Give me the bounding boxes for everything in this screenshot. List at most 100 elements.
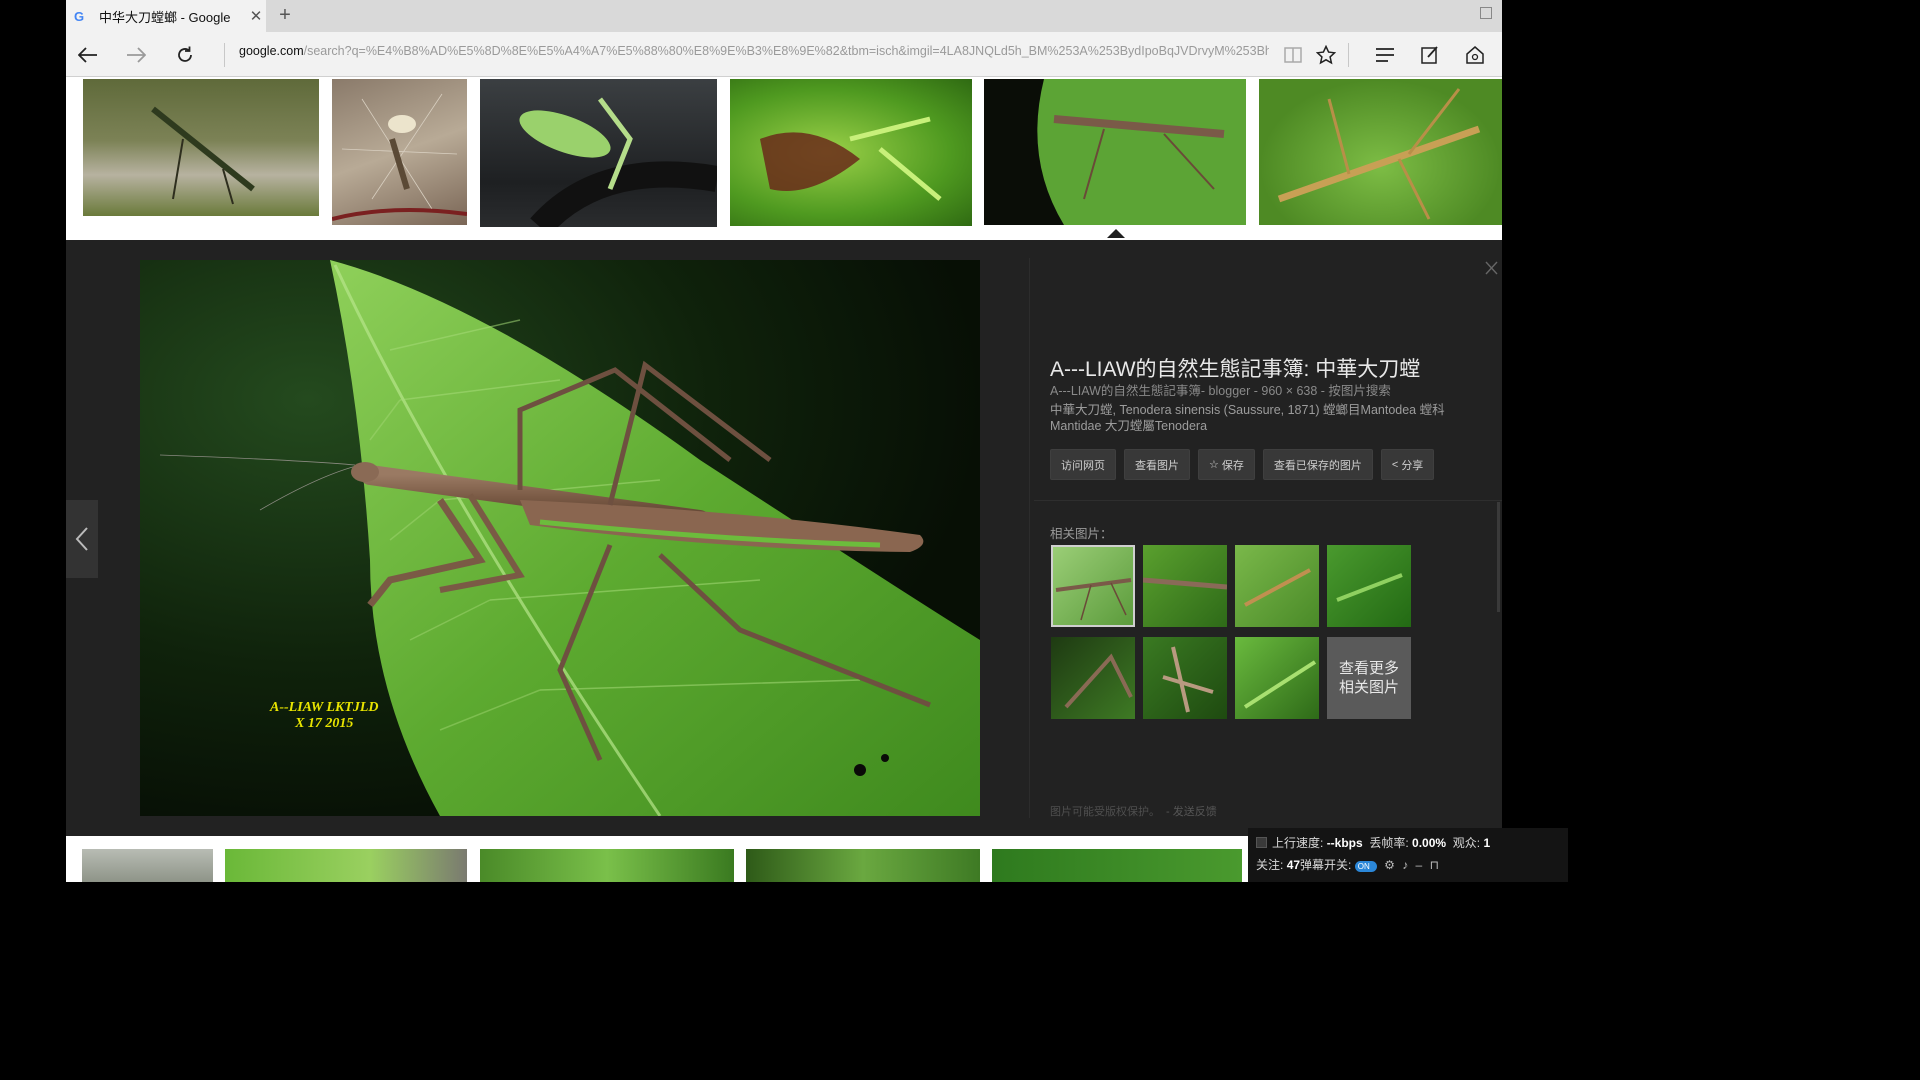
- image-result-thumbnail[interactable]: [332, 79, 467, 225]
- settings-icon[interactable]: ⚙: [1384, 858, 1395, 872]
- tab-strip: G 中华大刀螳螂 - Google ✕ +: [66, 0, 1502, 32]
- lock-icon[interactable]: ⊓: [1430, 858, 1439, 872]
- speaker-icon[interactable]: ♪: [1402, 858, 1408, 872]
- image-results-row-top: [66, 77, 1502, 240]
- mantis-spider-image: [332, 93, 467, 221]
- copyright-notice: 图片可能受版权保护。 - 发送反馈: [1050, 803, 1217, 819]
- hub-icon: [1376, 48, 1394, 62]
- watermark-line-2: X 17 2015: [295, 716, 354, 731]
- browser-tab[interactable]: G 中华大刀螳螂 - Google ✕: [66, 0, 266, 32]
- browser-window: G 中华大刀螳螂 - Google ✕ + google.com/search?…: [66, 0, 1502, 882]
- image-result-thumbnail[interactable]: [82, 849, 213, 882]
- related-image-thumbnail[interactable]: [1327, 545, 1411, 627]
- google-favicon-icon: G: [74, 8, 85, 24]
- viewers-label: 观众:: [1452, 836, 1481, 850]
- view-image-label: 查看图片: [1135, 459, 1179, 472]
- back-button[interactable]: [74, 41, 102, 69]
- followers-value: 47: [1286, 858, 1301, 872]
- reading-view-icon: [1284, 47, 1302, 63]
- related-image-thumbnail[interactable]: [1143, 637, 1227, 719]
- send-feedback-link[interactable]: - 发送反馈: [1166, 806, 1217, 818]
- hub-button[interactable]: [1371, 41, 1399, 69]
- related-image-thumbnail[interactable]: [1235, 637, 1319, 719]
- tan-mantis-image: [1277, 88, 1481, 220]
- viewers-value: 1: [1483, 836, 1491, 850]
- related-mantis-image: [1064, 653, 1133, 709]
- previous-image-button[interactable]: [66, 500, 98, 578]
- visit-page-button[interactable]: 访问网页: [1050, 449, 1116, 480]
- danmaku-toggle[interactable]: ON: [1354, 861, 1377, 872]
- refresh-button[interactable]: [171, 41, 199, 69]
- back-arrow-icon: [78, 47, 97, 63]
- star-icon: ☆: [1209, 459, 1219, 471]
- image-result-thumbnail[interactable]: [480, 79, 717, 227]
- overlay-checkbox[interactable]: [1256, 837, 1267, 848]
- favorite-button[interactable]: [1312, 41, 1340, 69]
- related-mantis-image: [1336, 573, 1403, 602]
- panel-scrollbar[interactable]: [1497, 502, 1500, 612]
- watermark-line-1: A--LIAW LKTJLD: [270, 700, 379, 715]
- more-related-label: 查看更多相关图片: [1339, 660, 1400, 696]
- frame-loss-value: 0.00%: [1412, 836, 1447, 850]
- image-result-thumbnail[interactable]: [992, 849, 1242, 882]
- close-panel-button[interactable]: [1484, 260, 1502, 282]
- related-image-thumbnail[interactable]: [1051, 545, 1135, 627]
- related-mantis-image: [1243, 660, 1317, 709]
- image-result-thumbnail[interactable]: [1259, 79, 1502, 225]
- stream-controls-row: 关注: 47弹幕开关: ON ⚙ ♪ – ⊓: [1256, 856, 1439, 873]
- forward-arrow-icon: [127, 47, 146, 63]
- save-button[interactable]: ☆ 保存: [1198, 449, 1255, 480]
- save-label: 保存: [1221, 459, 1244, 472]
- window-restore-button[interactable]: [1480, 7, 1492, 19]
- address-domain: google.com: [239, 44, 304, 58]
- address-bar[interactable]: google.com/search?q=%E4%B8%AD%E5%8D%8E%E…: [239, 44, 1269, 64]
- related-image-thumbnail[interactable]: [1051, 637, 1135, 719]
- reading-view-button[interactable]: [1279, 41, 1307, 69]
- share-icon: <: [1391, 458, 1399, 471]
- image-result-thumbnail[interactable]: [984, 79, 1246, 225]
- minimize-icon[interactable]: –: [1416, 858, 1423, 872]
- chevron-left-icon: [75, 527, 88, 551]
- image-result-thumbnail[interactable]: [746, 849, 980, 882]
- share-image-button[interactable]: < 分享: [1380, 449, 1435, 480]
- frame-loss-label: 丢帧率:: [1369, 836, 1409, 850]
- related-mantis-image: [1055, 578, 1132, 621]
- selected-result-indicator: [1107, 229, 1125, 238]
- copyright-text: 图片可能受版权保护。: [1050, 806, 1160, 818]
- image-title[interactable]: A---LIAW的自然生態記事簿: 中華大刀螳: [1050, 353, 1420, 383]
- view-saved-label: 查看已保存的图片: [1273, 459, 1362, 472]
- danmaku-label: 弹幕开关:: [1300, 858, 1352, 872]
- image-description: 中華大刀螳, Tenodera sinensis (Saussure, 1871…: [1050, 403, 1445, 433]
- upload-speed-value: --kbps: [1326, 836, 1363, 850]
- visit-page-label: 访问网页: [1061, 459, 1105, 472]
- new-tab-button[interactable]: +: [274, 4, 296, 28]
- forward-button[interactable]: [122, 41, 150, 69]
- view-image-button[interactable]: 查看图片: [1124, 449, 1190, 480]
- share-button[interactable]: [1461, 41, 1489, 69]
- image-result-thumbnail[interactable]: [730, 79, 972, 226]
- action-buttons: 访问网页 查看图片 ☆ 保存 查看已保存的图片 < 分享: [1050, 449, 1435, 480]
- section-separator: [1034, 500, 1502, 501]
- image-result-thumbnail[interactable]: [225, 849, 467, 882]
- followers-label: 关注:: [1256, 858, 1284, 872]
- view-saved-images-button[interactable]: 查看已保存的图片: [1262, 449, 1373, 480]
- screen: G 中华大刀螳螂 - Google ✕ + google.com/search?…: [0, 0, 1568, 882]
- mantis-on-leaf-image: [1037, 79, 1246, 225]
- web-note-icon: [1421, 46, 1438, 64]
- image-result-thumbnail[interactable]: [480, 849, 734, 882]
- panel-divider: [1029, 258, 1030, 818]
- main-image[interactable]: A--LIAW LKTJLD X 17 2015: [140, 260, 980, 816]
- mantis-wings-image: [760, 116, 942, 201]
- related-image-thumbnail[interactable]: [1235, 545, 1319, 627]
- live-stream-overlay: 上行速度: --kbps 丢帧率: 0.00% 观众: 1 关注: 47弹幕开关…: [1248, 828, 1568, 882]
- image-result-thumbnail[interactable]: [83, 79, 319, 216]
- more-related-images-button[interactable]: 查看更多相关图片: [1327, 637, 1411, 719]
- mantis-image: [151, 106, 255, 205]
- related-image-thumbnail[interactable]: [1143, 545, 1227, 627]
- web-note-button[interactable]: [1416, 41, 1444, 69]
- image-detail-panel: A--LIAW LKTJLD X 17 2015 A---LIAW的自然生態記事…: [66, 240, 1502, 836]
- tab-title: 中华大刀螳螂 - Google: [99, 9, 231, 25]
- tab-close-icon[interactable]: ✕: [246, 7, 266, 25]
- share-icon: [1466, 46, 1484, 64]
- mantis-photo: [140, 260, 980, 816]
